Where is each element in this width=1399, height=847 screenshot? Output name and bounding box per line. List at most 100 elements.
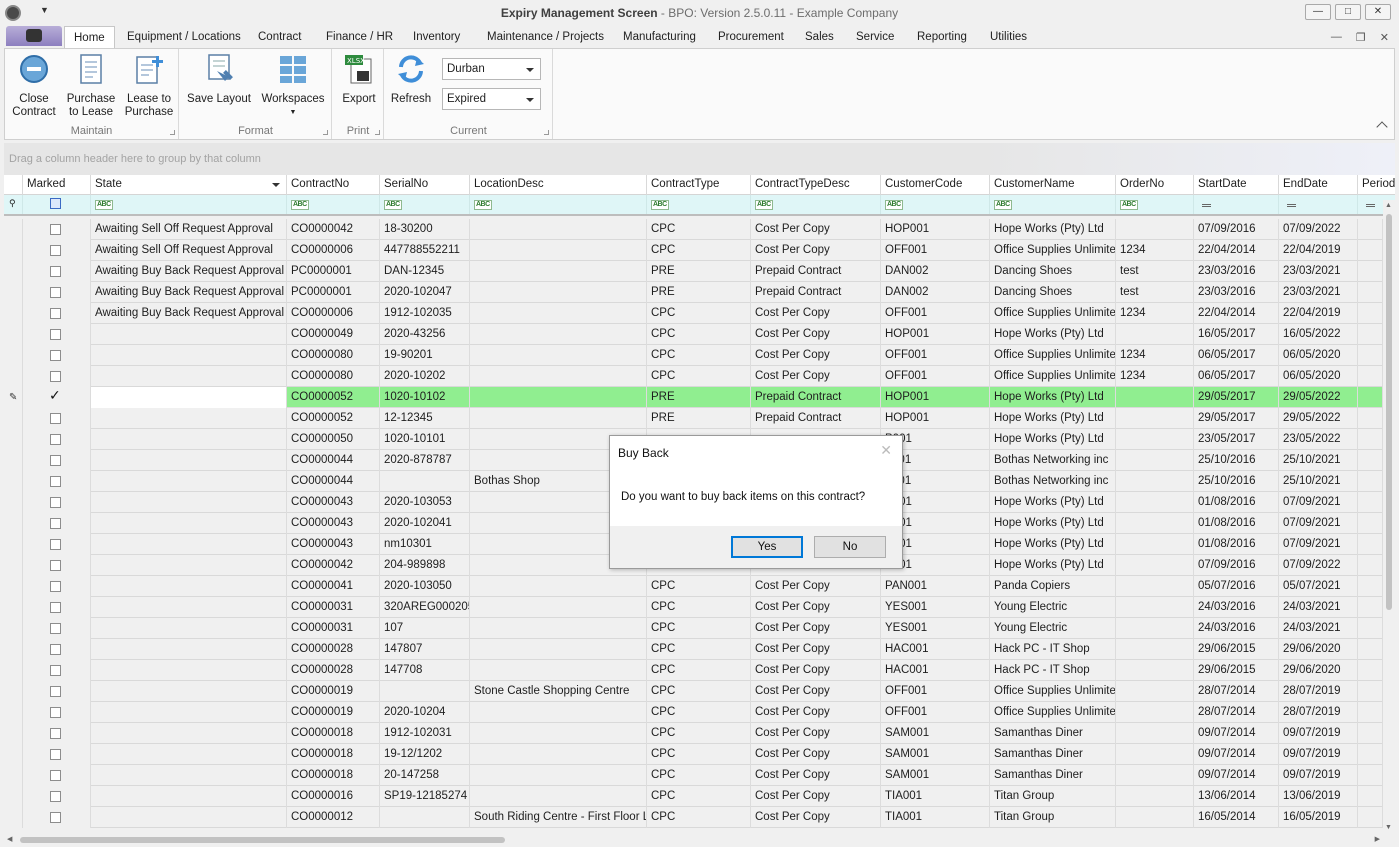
cell-orderno[interactable]: 1234 (1116, 366, 1194, 387)
cell-orderno[interactable]: 1234 (1116, 240, 1194, 261)
marked-checkbox[interactable] (50, 581, 61, 592)
table-row[interactable]: CO0000028 147708 CPC Cost Per Copy HAC001 Hac… (4, 660, 1383, 681)
cell-customercode[interactable]: SAM001 (881, 744, 990, 765)
cell-locationdesc[interactable] (470, 618, 647, 639)
cell-startdate[interactable]: 23/03/2016 (1194, 282, 1279, 303)
cell-orderno[interactable] (1116, 387, 1194, 408)
cell-orderno[interactable] (1116, 744, 1194, 765)
cell-enddate[interactable]: 09/07/2019 (1279, 765, 1358, 786)
cell-customername[interactable]: Office Supplies Unlimited (990, 303, 1116, 324)
cell-customername[interactable]: Young Electric (990, 618, 1116, 639)
marked-checkbox[interactable] (50, 560, 61, 571)
cell-customercode[interactable]: HAC001 (881, 660, 990, 681)
cell-state[interactable] (91, 408, 287, 429)
cell-locationdesc[interactable] (470, 765, 647, 786)
row-indicator[interactable] (4, 723, 23, 744)
cell-period[interactable] (1358, 660, 1383, 681)
marked-checkbox[interactable] (50, 371, 61, 382)
cell-state[interactable] (91, 639, 287, 660)
cell-marked[interactable] (23, 765, 91, 786)
workspaces-button[interactable]: Workspaces ▼ (258, 51, 328, 119)
cell-serialno[interactable]: 447788552211 (380, 240, 470, 261)
cell-contracttypedesc[interactable]: Cost Per Copy (751, 639, 881, 660)
marked-checkbox[interactable] (50, 476, 61, 487)
cell-period[interactable] (1358, 786, 1383, 807)
cell-contractno[interactable]: CO0000041 (287, 576, 380, 597)
cell-state[interactable] (91, 471, 287, 492)
cell-serialno[interactable]: 19-12/1202 (380, 744, 470, 765)
table-row[interactable]: CO0000018 20-147258 CPC Cost Per Copy SAM001… (4, 765, 1383, 786)
column-header-contracttypedesc[interactable]: ContractTypeDesc (751, 175, 881, 195)
column-header-contracttype[interactable]: ContractType (647, 175, 751, 195)
cell-period[interactable] (1358, 576, 1383, 597)
cell-marked[interactable] (23, 681, 91, 702)
row-indicator[interactable] (4, 702, 23, 723)
cell-enddate[interactable]: 28/07/2019 (1279, 702, 1358, 723)
cell-contracttypedesc[interactable]: Cost Per Copy (751, 576, 881, 597)
cell-contracttype[interactable]: CPC (647, 723, 751, 744)
cell-marked[interactable] (23, 723, 91, 744)
cell-customername[interactable]: Hope Works (Pty) Ltd (990, 387, 1116, 408)
cell-customername[interactable]: Hack PC - IT Shop (990, 660, 1116, 681)
close-contract-button[interactable]: Close Contract (9, 51, 59, 119)
cell-enddate[interactable]: 07/09/2021 (1279, 534, 1358, 555)
marked-checkbox[interactable] (50, 350, 61, 361)
cell-enddate[interactable]: 23/03/2021 (1279, 261, 1358, 282)
cell-contractno[interactable]: CO0000050 (287, 429, 380, 450)
cell-contractno[interactable]: CO0000044 (287, 471, 380, 492)
tab-maintenance-projects[interactable]: Maintenance / Projects (487, 31, 604, 43)
cell-marked[interactable] (23, 744, 91, 765)
cell-orderno[interactable] (1116, 324, 1194, 345)
cell-orderno[interactable] (1116, 765, 1194, 786)
cell-locationdesc[interactable] (470, 345, 647, 366)
cell-contracttype[interactable]: CPC (647, 303, 751, 324)
cell-orderno[interactable] (1116, 681, 1194, 702)
cell-locationdesc[interactable] (470, 303, 647, 324)
cell-customercode[interactable]: SAM001 (881, 723, 990, 744)
cell-period[interactable] (1358, 429, 1383, 450)
row-indicator[interactable] (4, 765, 23, 786)
marked-checkbox[interactable] (50, 497, 61, 508)
cell-state[interactable] (91, 555, 287, 576)
cell-locationdesc[interactable] (470, 744, 647, 765)
cell-period[interactable] (1358, 492, 1383, 513)
cell-serialno[interactable]: 2020-43256 (380, 324, 470, 345)
cell-marked[interactable] (23, 555, 91, 576)
cell-serialno[interactable]: 18-30200 (380, 219, 470, 240)
cell-contractno[interactable]: CO0000006 (287, 240, 380, 261)
table-row[interactable]: CO0000041 2020-103050 CPC Cost Per Copy PAN0… (4, 576, 1383, 597)
cell-contracttype[interactable]: CPC (647, 702, 751, 723)
cell-state[interactable] (91, 324, 287, 345)
cell-startdate[interactable]: 22/04/2014 (1194, 303, 1279, 324)
cell-startdate[interactable]: 09/07/2014 (1194, 723, 1279, 744)
cell-customercode[interactable]: PAN001 (881, 576, 990, 597)
marked-checkbox[interactable] (50, 329, 61, 340)
maximize-button[interactable]: □ (1335, 4, 1361, 20)
cell-locationdesc[interactable] (470, 261, 647, 282)
cell-serialno[interactable]: 2020-103053 (380, 492, 470, 513)
marked-checkbox[interactable] (50, 686, 61, 697)
cell-state[interactable] (91, 681, 287, 702)
collapse-ribbon-icon[interactable] (1376, 121, 1388, 133)
cell-enddate[interactable]: 05/07/2021 (1279, 576, 1358, 597)
column-header-enddate[interactable]: EndDate (1279, 175, 1358, 195)
cell-startdate[interactable]: 01/08/2016 (1194, 513, 1279, 534)
cell-startdate[interactable]: 09/07/2014 (1194, 744, 1279, 765)
cell-state[interactable] (91, 513, 287, 534)
cell-customername[interactable]: Titan Group (990, 807, 1116, 828)
cell-serialno[interactable] (380, 471, 470, 492)
cell-enddate[interactable]: 07/09/2021 (1279, 492, 1358, 513)
save-layout-button[interactable]: Save Layout (184, 51, 254, 106)
cell-orderno[interactable]: 1234 (1116, 345, 1194, 366)
cell-marked[interactable] (23, 429, 91, 450)
filter-customercode[interactable]: ABC (881, 195, 990, 214)
row-indicator[interactable] (4, 324, 23, 345)
cell-customername[interactable]: Office Supplies Unlimited (990, 702, 1116, 723)
cell-contractno[interactable]: CO0000012 (287, 807, 380, 828)
cell-customername[interactable]: Panda Copiers (990, 576, 1116, 597)
cell-orderno[interactable] (1116, 408, 1194, 429)
marked-checkbox[interactable] (50, 455, 61, 466)
cell-serialno[interactable]: 1912-102035 (380, 303, 470, 324)
cell-contractno[interactable]: CO0000042 (287, 219, 380, 240)
cell-marked[interactable] (23, 240, 91, 261)
